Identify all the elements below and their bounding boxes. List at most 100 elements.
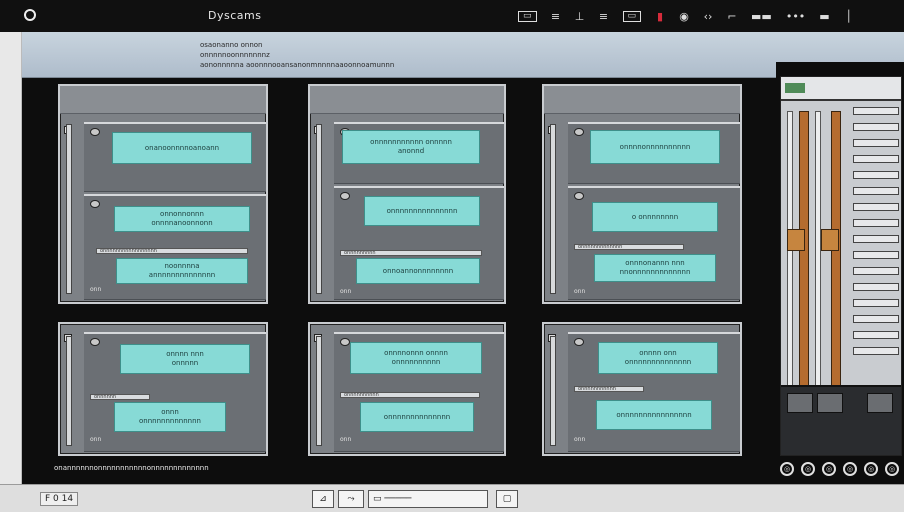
left-edge-strip — [0, 0, 22, 512]
layout-icon[interactable]: ▭ — [518, 10, 537, 22]
card-6[interactable]: onnnn onn onnnnnnnnnnnnnn onnnnnnnnnnn o… — [542, 322, 742, 456]
card-node-low[interactable]: noonnnna annnnnnnnnnnnnn — [116, 258, 248, 284]
connector-tool-icon[interactable]: ⤳ — [338, 490, 364, 508]
control-6-icon[interactable]: ◎ — [885, 462, 899, 476]
rack-slot[interactable] — [853, 331, 899, 339]
card-node-mid[interactable]: o onnnnnnnn — [592, 202, 718, 232]
square-tool-icon[interactable]: ▢ — [496, 490, 518, 508]
header-line-2: onnnnnoonnnnnnnz — [200, 51, 270, 59]
maximize-icon[interactable]: ▬ — [819, 11, 829, 22]
canvas-caption: onannnnnnonnnnnnnnnnnonnnnnnnnnnnnn — [54, 464, 209, 472]
pin-icon[interactable]: ⊥ — [575, 11, 585, 22]
card-rail[interactable] — [316, 336, 322, 446]
eye-icon[interactable] — [340, 192, 350, 200]
rack-slot[interactable] — [853, 187, 899, 195]
control-1-icon[interactable]: ◎ — [780, 462, 794, 476]
card-node-mid[interactable]: onnnnnnnnnnnnnnnn — [596, 400, 712, 430]
card-2[interactable]: onnnnnnnnnnn onnnnn anonnd onnnnnnnnnnnn… — [308, 84, 506, 304]
rack-slot[interactable] — [853, 203, 899, 211]
app-icon[interactable] — [24, 9, 36, 21]
eye-icon[interactable] — [574, 338, 584, 346]
scroll-icon[interactable]: │ — [844, 11, 854, 22]
title-bar: Dyscams ▭ ≡ ⊥ ≡ ▭ ▮ ◉ ‹› ⌐ ▬▬ ••• ▬ │ — [0, 0, 904, 32]
rack-slot[interactable] — [853, 155, 899, 163]
card-footnote: onn — [90, 436, 102, 443]
rack-slot[interactable] — [853, 123, 899, 131]
card-rail[interactable] — [66, 124, 72, 294]
control-4-icon[interactable]: ◎ — [843, 462, 857, 476]
rack-diagram[interactable] — [780, 76, 902, 456]
card-3[interactable]: onnnnonnnnnnnnnn o onnnnnnnn onnnnnnnnnn… — [542, 84, 742, 304]
card-node-mid[interactable]: onnonnonnn onnnnanoonnonn — [114, 206, 250, 232]
window-icon[interactable]: ▭ — [622, 10, 642, 22]
card-strip[interactable]: onnnnnnnnn — [340, 250, 482, 256]
card-strip[interactable]: onnnnnnnnnnn — [574, 386, 644, 392]
rack-base-unit — [817, 393, 843, 413]
flag-icon[interactable]: ⌐ — [727, 11, 737, 22]
eye-icon[interactable] — [90, 338, 100, 346]
menu-icon[interactable]: ≡ — [599, 11, 609, 22]
card-node-top[interactable]: onanoonnnnoanoann — [112, 132, 252, 164]
card-strip[interactable]: onnnnnnnnnnnnnnnnn — [96, 248, 248, 254]
card-node-top[interactable]: onnnnnnnnnnn onnnnn anonnd — [342, 130, 480, 164]
record-icon[interactable]: ▮ — [655, 11, 665, 22]
card-footnote: onn — [574, 436, 586, 443]
rack-post — [815, 111, 821, 411]
card-5[interactable]: onnnnonnn onnnn onnnnnnnnnn onnnnnnnnnn … — [308, 322, 506, 456]
rack-slot[interactable] — [853, 235, 899, 243]
card-node-low[interactable]: onnnonannn nnn nnonnnnnnnnnnnnn — [594, 254, 716, 282]
rack-slot[interactable] — [853, 315, 899, 323]
more-icon[interactable]: ••• — [786, 11, 805, 22]
dots-icon[interactable]: ▬▬ — [751, 11, 772, 22]
card-strip[interactable]: onnnnnn — [90, 394, 150, 400]
rack-slot[interactable] — [853, 139, 899, 147]
shape-tool-field[interactable]: ▭ ───── — [368, 490, 488, 508]
eye-icon[interactable] — [90, 128, 100, 136]
rack-slot[interactable] — [853, 251, 899, 259]
card-rail[interactable] — [66, 336, 72, 446]
rack-slot[interactable] — [853, 347, 899, 355]
rack-bracket — [787, 229, 805, 251]
control-2-icon[interactable]: ◎ — [801, 462, 815, 476]
rack-indicator — [785, 83, 805, 93]
card-header — [544, 86, 740, 114]
card-header — [60, 86, 266, 114]
rack-slot[interactable] — [853, 171, 899, 179]
rack-slot[interactable] — [853, 283, 899, 291]
rack-slot[interactable] — [853, 299, 899, 307]
eye-icon[interactable] — [574, 128, 584, 136]
card-4[interactable]: onnnn nnn onnnnn onnnnnn onnn onnnnnnnnn… — [58, 322, 268, 456]
card-1[interactable]: onanoonnnnoanoann onnonnonnn onnnnanoonn… — [58, 84, 268, 304]
back-icon[interactable]: ‹› — [703, 11, 713, 22]
list-icon[interactable]: ≡ — [551, 11, 561, 22]
card-node-mid[interactable]: onnnnnnnnnnnnnn — [360, 402, 474, 432]
card-strip[interactable]: onnnnnnnnnn — [340, 392, 480, 398]
rack-slot[interactable] — [853, 267, 899, 275]
eye-icon[interactable]: ◉ — [679, 11, 689, 22]
card-rail[interactable] — [550, 124, 556, 294]
card-node-top[interactable]: onnnnonnn onnnn onnnnnnnnnn — [350, 342, 482, 374]
eye-icon[interactable] — [340, 338, 350, 346]
card-rail[interactable] — [550, 336, 556, 446]
card-node-mid[interactable]: onnnnnnnnnnnnnnn — [364, 196, 480, 226]
control-3-icon[interactable]: ◎ — [822, 462, 836, 476]
triangle-tool-icon[interactable]: ⊿ — [312, 490, 334, 508]
window-title: Dyscams — [208, 9, 262, 22]
card-node-top[interactable]: onnnn nnn onnnnn — [120, 344, 250, 374]
rack-slot[interactable] — [853, 219, 899, 227]
card-strip[interactable]: onnnnnnnnnnnnn — [574, 244, 684, 250]
control-5-icon[interactable]: ◎ — [864, 462, 878, 476]
header-line-1: osaonanno onnon — [200, 41, 263, 49]
card-node-low[interactable]: onnoannonnnnnnnn — [356, 258, 480, 284]
rack-pole-right — [831, 111, 841, 411]
eye-icon[interactable] — [574, 192, 584, 200]
status-readout: F 0 14 — [40, 492, 79, 506]
rack-base-unit — [787, 393, 813, 413]
card-node-top[interactable]: onnnnonnnnnnnnnn — [590, 130, 720, 164]
eye-icon[interactable] — [90, 200, 100, 208]
rack-base-unit — [867, 393, 893, 413]
card-node-top[interactable]: onnnn onn onnnnnnnnnnnnnn — [598, 342, 718, 374]
rack-slot[interactable] — [853, 107, 899, 115]
card-node-mid[interactable]: onnn onnnnnnnnnnnnn — [114, 402, 226, 432]
card-rail[interactable] — [316, 124, 322, 294]
